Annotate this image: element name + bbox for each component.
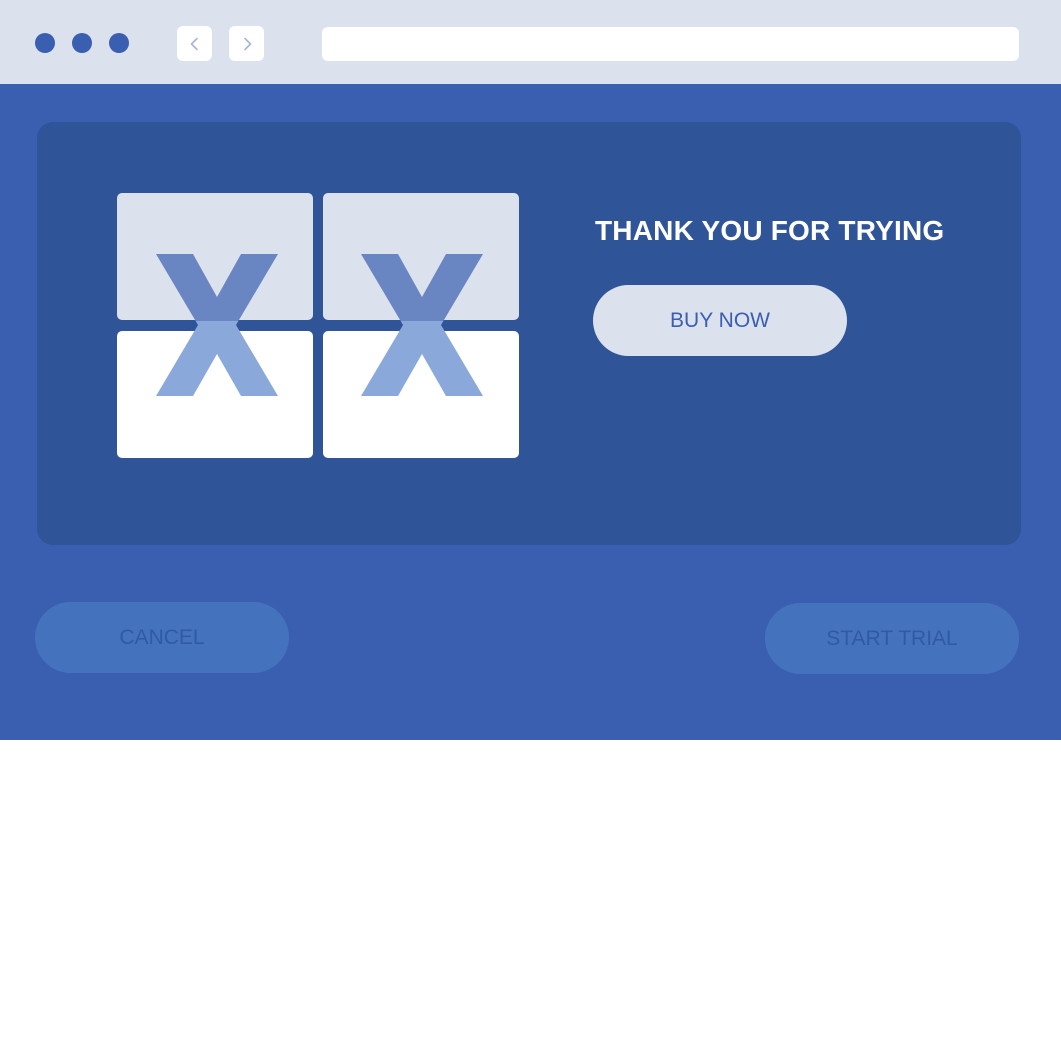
address-bar[interactable] bbox=[322, 27, 1019, 61]
chevron-left-icon bbox=[190, 37, 198, 50]
chevron-right-icon bbox=[243, 37, 251, 50]
trial-ended-card bbox=[37, 122, 1021, 545]
headline: THANK YOU FOR TRYING bbox=[595, 215, 945, 246]
illustration-tile-top-right bbox=[323, 193, 519, 320]
illustration-tile-bottom-right bbox=[323, 331, 519, 458]
back-button[interactable] bbox=[177, 26, 212, 61]
buy-now-button[interactable]: BUY NOW bbox=[593, 285, 847, 356]
window-dot-minimize[interactable] bbox=[72, 33, 92, 53]
start-trial-button[interactable]: START TRIAL bbox=[765, 603, 1019, 674]
viewport: THANK YOU FOR TRYING BUY NOW CANCEL STAR… bbox=[0, 84, 1061, 740]
illustration-tile-bottom-left bbox=[117, 331, 313, 458]
illustration-tile-top-left bbox=[117, 193, 313, 320]
window-dot-close[interactable] bbox=[35, 33, 55, 53]
browser-chrome bbox=[0, 0, 1061, 84]
cancel-button[interactable]: CANCEL bbox=[35, 602, 289, 673]
forward-button[interactable] bbox=[229, 26, 264, 61]
window-dot-maximize[interactable] bbox=[109, 33, 129, 53]
page: THANK YOU FOR TRYING BUY NOW CANCEL STAR… bbox=[0, 0, 1061, 1061]
